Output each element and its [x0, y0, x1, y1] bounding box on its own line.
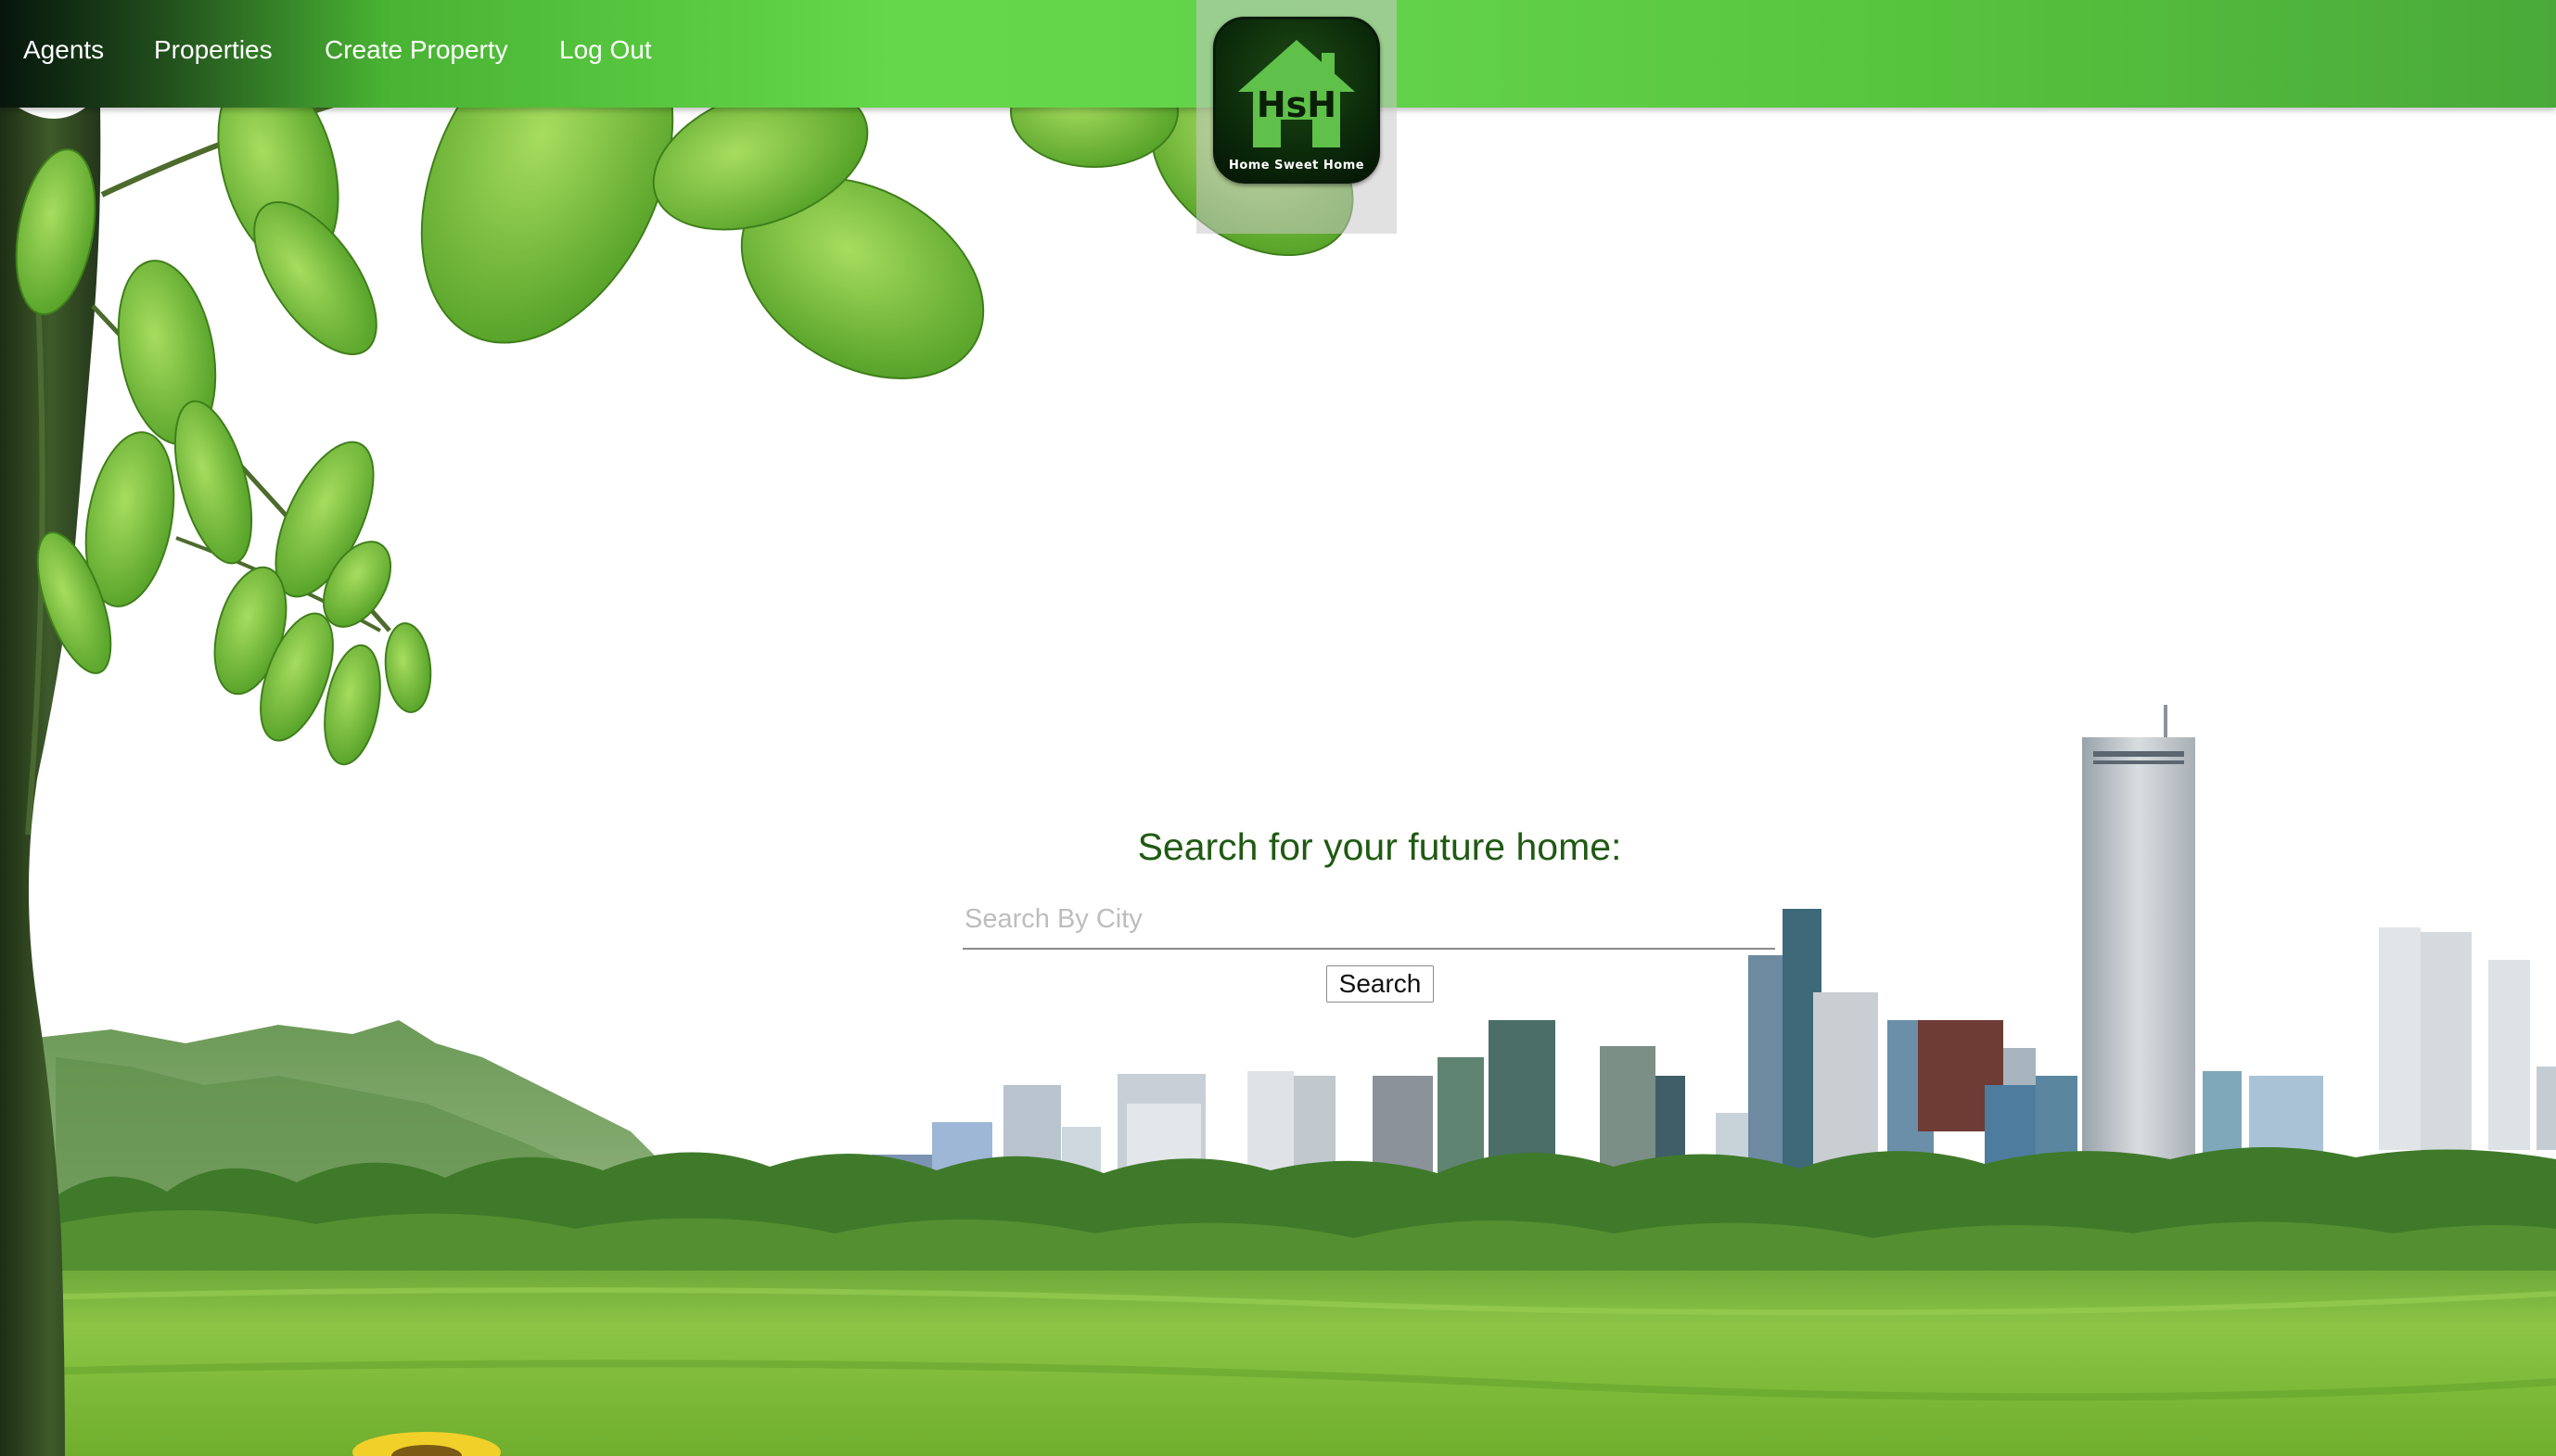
search-button[interactable]: Search — [1326, 965, 1434, 1003]
nav-link-agents[interactable]: Agents — [23, 35, 104, 65]
nav-link-log-out[interactable]: Log Out — [559, 35, 652, 65]
logo-tagline: Home Sweet Home — [1228, 159, 1365, 172]
logo-container[interactable]: HsH Home Sweet Home — [1196, 0, 1397, 234]
search-city-input[interactable] — [963, 890, 1775, 950]
city-skyline — [872, 705, 2556, 1198]
nav-link-properties[interactable]: Properties — [154, 35, 273, 65]
page: Agents Properties Create Property Log Ou… — [0, 0, 2556, 1456]
logo[interactable]: HsH Home Sweet Home — [1213, 17, 1380, 184]
search-heading: Search for your future home: — [1137, 825, 1622, 868]
logo-text: HsH — [1256, 84, 1337, 125]
nav-link-create-property[interactable]: Create Property — [325, 35, 508, 65]
tree-leaves — [15, 8, 1354, 766]
